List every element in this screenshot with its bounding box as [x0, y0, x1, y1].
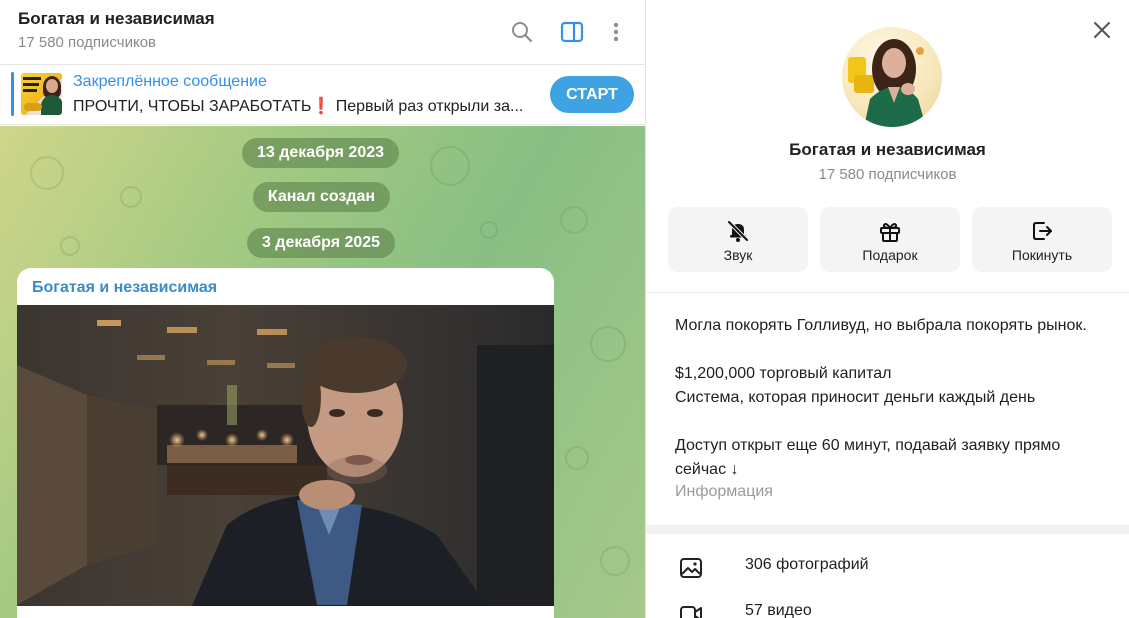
channel-post[interactable]: Богатая и независимая — [17, 268, 554, 618]
leave-button[interactable]: Покинуть — [972, 207, 1112, 272]
gift-icon — [878, 218, 902, 244]
profile-name: Богатая и независимая — [789, 140, 986, 159]
chat-subscribers: 17 580 подписчиков — [18, 34, 157, 51]
bell-off-icon — [726, 218, 750, 244]
search-icon[interactable] — [509, 19, 535, 45]
chat-pane: Богатая и независимая 17 580 подписчиков… — [0, 0, 645, 618]
pinned-text-a: ПРОЧТИ, ЧТОБЫ ЗАРАБОТАТЬ — [73, 98, 312, 115]
service-message: Канал создан — [253, 182, 390, 212]
start-button[interactable]: СТАРТ — [550, 76, 634, 113]
channel-avatar[interactable] — [842, 27, 942, 127]
close-icon[interactable] — [1089, 17, 1115, 43]
profile-subscribers: 17 580 подписчиков — [818, 166, 957, 183]
pinned-text[interactable]: ПРОЧТИ, ЧТОБЫ ЗАРАБОТАТЬ❗ Первый раз отк… — [73, 96, 535, 116]
chat-header[interactable]: Богатая и независимая 17 580 подписчиков — [0, 0, 645, 65]
date-separator: 13 декабря 2023 — [242, 138, 399, 168]
pinned-indicator — [11, 72, 14, 116]
profile-header: Богатая и независимая 17 580 подписчиков… — [646, 0, 1129, 292]
pinned-text-b: Первый раз открыли за... — [331, 98, 524, 115]
sound-label: Звук — [723, 247, 753, 263]
about-label: Информация — [675, 483, 773, 500]
gift-label: Подарок — [862, 247, 918, 263]
media-row-photos[interactable]: 306 фотографий — [646, 544, 1129, 590]
shared-media-list: 306 фотографий 57 видео — [646, 534, 1129, 618]
post-video[interactable] — [17, 305, 554, 606]
pinned-thumbnail — [21, 73, 62, 115]
leave-label: Покинуть — [1011, 247, 1073, 263]
gift-button[interactable]: Подарок — [820, 207, 960, 272]
date-separator: 3 декабря 2025 — [247, 228, 395, 258]
leave-icon — [1030, 218, 1054, 244]
media-row-videos[interactable]: 57 видео — [646, 590, 1129, 618]
about-section: Могла покорять Голливуд, но выбрала поко… — [646, 292, 1129, 525]
photo-icon — [679, 557, 703, 579]
media-photos-label: 306 фотографий — [745, 556, 869, 573]
pinned-label[interactable]: Закреплённое сообщение — [73, 73, 267, 91]
sound-button[interactable]: Звук — [668, 207, 808, 272]
more-vertical-icon[interactable] — [603, 19, 629, 45]
media-videos-label: 57 видео — [745, 602, 812, 618]
about-text: Могла покорять Голливуд, но выбрала поко… — [675, 317, 1087, 478]
pinned-text-exclamation: ❗ — [311, 98, 332, 115]
post-author[interactable]: Богатая и независимая — [32, 279, 217, 297]
video-icon — [679, 603, 703, 618]
sidebar-toggle-icon[interactable] — [559, 19, 585, 45]
chat-title[interactable]: Богатая и независимая — [18, 9, 215, 29]
profile-panel: Богатая и независимая 17 580 подписчиков… — [646, 0, 1129, 618]
